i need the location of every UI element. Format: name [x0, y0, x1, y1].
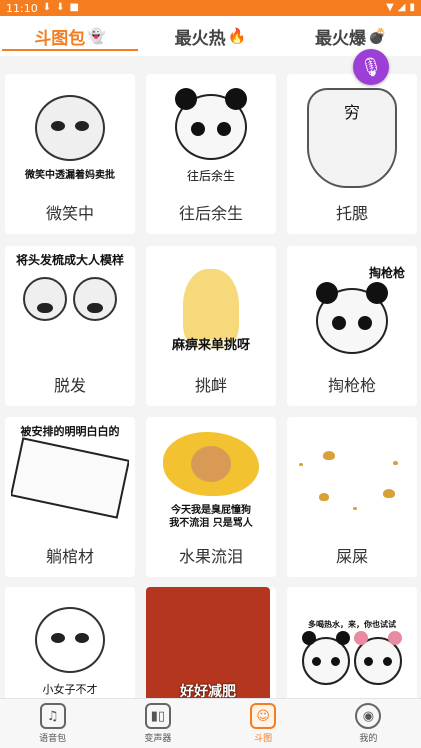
sticker-image: 今天我是臭屁憧狗 我不流泪 只是骂人 [152, 425, 270, 537]
nav-label: 变声器 [144, 734, 172, 744]
panda-face-image [302, 630, 350, 685]
sticker-image-text: 往后余生 [186, 168, 235, 183]
waveform-icon: ▮▯ [144, 703, 171, 729]
sketch-drawing-image: 穷 [307, 88, 397, 188]
sticker-image [293, 425, 411, 537]
sticker-caption: 水果流泪 [178, 547, 243, 566]
signal-icon: ◢ [397, 2, 406, 13]
sticker-image-text: 被安排的明明白白的 [20, 425, 120, 438]
sticker-image-text: 掏枪枪 [368, 265, 405, 280]
sticker-card[interactable]: 多喝热水，来，你也试试 [287, 587, 417, 698]
sticker-image: 小女子不才 [11, 595, 129, 698]
coffin-image [11, 437, 129, 519]
meme-face-image [35, 606, 105, 673]
person-icon: ◉ [355, 703, 382, 729]
sticker-card[interactable]: 好好减肥 [146, 587, 276, 698]
sticker-image-text: 麻痹来单挑呀 [171, 337, 250, 353]
face-icon: ☺ [250, 703, 277, 729]
bomb-icon: 💣 [367, 27, 387, 45]
tab-zuihuobao[interactable]: 最火爆 💣 [281, 16, 421, 56]
panda-face-image [354, 630, 402, 685]
meme-face-image [35, 94, 105, 161]
panda-face-image [316, 281, 388, 354]
mango-cat-image [163, 432, 259, 496]
crayfish-image: 好好减肥 [146, 587, 270, 698]
sticker-image: 掏枪枪 [293, 254, 411, 366]
sticker-image-text: 好好减肥 [180, 684, 236, 698]
sticker-card[interactable]: 屎屎 [287, 417, 417, 577]
tab-doutubao[interactable]: 斗图包 👻 [0, 16, 140, 56]
nav-voice-pack[interactable]: ♫ 语音包 [0, 699, 105, 748]
sticker-caption: 躺棺材 [45, 547, 94, 566]
sticker-caption: 往后余生 [178, 204, 243, 223]
microphone-icon: 🎙 [359, 56, 383, 78]
sticker-card[interactable]: 麻痹来单挑呀 挑衅 [146, 246, 276, 406]
sticker-image: 多喝热水，来，你也试试 [293, 595, 411, 698]
panda-face-image [175, 87, 247, 160]
sticker-caption: 挑衅 [194, 376, 227, 395]
tab-label: 最火热 [174, 28, 226, 49]
wifi-icon: ▼ [386, 2, 394, 13]
nav-doutu[interactable]: ☺ 斗图 [211, 699, 316, 748]
sticker-card[interactable]: 微笑中透漏着妈卖批 微笑中 [5, 74, 135, 234]
sticker-caption: 掏枪枪 [327, 376, 376, 395]
sticker-image: 将头发梳成大人模样 [11, 254, 129, 366]
status-bar: 11:10 ⬇ ⬇ ■ ▼ ◢ ▮ [0, 0, 421, 16]
sticker-card[interactable]: 小女子不才 [5, 587, 135, 698]
battery-icon: ▮ [409, 2, 415, 13]
fire-icon: 🔥 [227, 27, 247, 45]
sticker-card[interactable]: 将头发梳成大人模样 脱发 [5, 246, 135, 406]
nav-voice-changer[interactable]: ▮▯ 变声器 [105, 699, 210, 748]
sticker-card[interactable]: 穷 托腮 [287, 74, 417, 234]
sticker-caption: 脱发 [53, 376, 86, 395]
sticker-card[interactable]: 掏枪枪 掏枪枪 [287, 246, 417, 406]
ghost-icon: 👻 [87, 27, 106, 45]
meme-face-image [73, 277, 117, 321]
bottom-navigation: ♫ 语音包 ▮▯ 变声器 ☺ 斗图 ◉ 我的 [0, 698, 421, 748]
sticker-image-text: 多喝热水，来，你也试试 [308, 619, 396, 629]
sticker-caption: 微笑中 [45, 204, 94, 223]
sticker-grid: 微笑中透漏着妈卖批 微笑中 往后余生 往后余生 穷 托腮 将头发梳成大人模样 脱… [0, 64, 421, 698]
sticker-image-text: 今天我是臭屁憧狗 我不流泪 只是骂人 [169, 505, 253, 529]
sticker-image: 麻痹来单挑呀 [152, 254, 270, 366]
microphone-float-button[interactable]: 🎙 [353, 49, 389, 85]
nav-label: 我的 [359, 734, 378, 744]
sticker-image-text: 穷 [343, 103, 360, 122]
sticker-card[interactable]: 被安排的明明白白的 躺棺材 [5, 417, 135, 577]
nav-label: 斗图 [254, 734, 273, 744]
download-icon: ⬇ [56, 2, 65, 13]
sticker-image: 穷 [293, 82, 411, 194]
sticker-image: 被安排的明明白白的 [11, 425, 129, 537]
music-note-icon: ♫ [39, 703, 66, 729]
status-time: 11:10 [6, 1, 38, 15]
sticker-caption: 屎屎 [335, 547, 368, 566]
sticker-image: 微笑中透漏着妈卖批 [11, 82, 129, 194]
tab-label: 最火爆 [314, 28, 366, 49]
tab-zuihuore[interactable]: 最火热 🔥 [140, 16, 280, 56]
sticker-card[interactable]: 今天我是臭屁憧狗 我不流泪 只是骂人 水果流泪 [146, 417, 276, 577]
sticker-image-text: 小女子不才 [42, 682, 98, 696]
nav-mine[interactable]: ◉ 我的 [316, 699, 421, 748]
sticker-image-text: 微笑中透漏着妈卖批 [25, 169, 115, 181]
sticker-image-text: 将头发梳成大人模样 [15, 254, 124, 267]
download-icon: ⬇ [42, 2, 52, 13]
square-icon: ■ [69, 2, 79, 13]
bear-image [183, 268, 239, 349]
poop-dots-image [293, 441, 411, 521]
sticker-image: 往后余生 [152, 82, 270, 194]
top-tabs: 斗图包 👻 最火热 🔥 最火爆 💣 [0, 16, 421, 56]
nav-label: 语音包 [39, 734, 67, 744]
meme-face-image [23, 277, 67, 321]
tab-label: 斗图包 [34, 28, 86, 49]
sticker-caption: 托腮 [335, 204, 368, 223]
sticker-card[interactable]: 往后余生 往后余生 [146, 74, 276, 234]
